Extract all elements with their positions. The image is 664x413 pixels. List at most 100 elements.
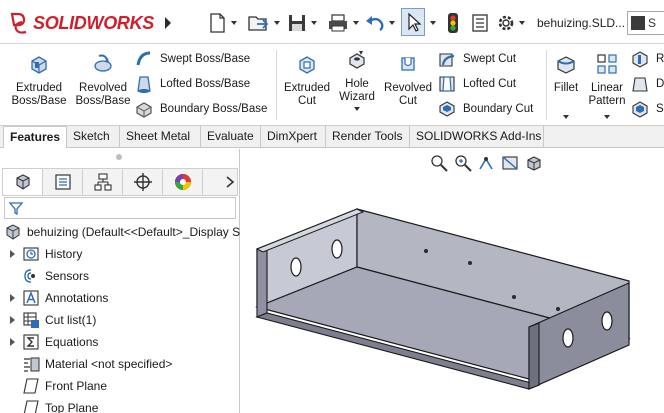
tree-item-label: Top Plane	[45, 401, 99, 413]
linear-pattern-button[interactable]: Linear Pattern	[586, 52, 628, 119]
display-manager-tab[interactable]	[163, 169, 203, 195]
extruded-boss-button[interactable]: Extruded Boss/Base	[8, 52, 70, 108]
tab-sketch[interactable]: Sketch	[67, 126, 120, 148]
expand-arrow-icon[interactable]	[6, 336, 18, 348]
tree-item-cut-list[interactable]: Cut list(1)	[6, 309, 96, 331]
revolved-boss-button[interactable]: Revolved Boss/Base	[72, 52, 134, 108]
configuration-manager-tab[interactable]	[83, 169, 123, 195]
print-button[interactable]	[326, 10, 360, 36]
revolved-cut-button[interactable]: Revolved Cut	[382, 52, 434, 108]
title-bar: SOLIDWORKS behuizing.SLD... S	[0, 0, 664, 44]
previous-view-icon[interactable]	[476, 153, 498, 173]
chevron-down-icon[interactable]	[230, 19, 238, 27]
new-document-icon	[210, 13, 225, 33]
tree-filter-input[interactable]	[4, 197, 236, 219]
sensors-icon	[24, 269, 35, 283]
undo-button[interactable]	[364, 10, 396, 36]
file-properties-button[interactable]	[470, 10, 490, 36]
document-title: behuizing.SLD...	[537, 16, 626, 30]
zoom-to-area-icon[interactable]	[452, 153, 474, 173]
expand-arrow-icon[interactable]	[6, 292, 18, 304]
feature-manager-tab[interactable]	[3, 169, 43, 195]
undo-icon	[366, 16, 384, 31]
tree-item-equations[interactable]: Equations	[6, 331, 98, 353]
right-wall-hole	[562, 328, 574, 348]
tree-item-label: Annotations	[45, 291, 109, 305]
revolved-boss-icon	[94, 54, 112, 72]
tab-solidworks-add-ins[interactable]: SOLIDWORKS Add-Ins	[410, 126, 544, 148]
zoom-to-fit-icon[interactable]	[428, 153, 450, 173]
tree-item-annotations[interactable]: Annotations	[6, 287, 108, 309]
rib-label: R	[656, 53, 664, 65]
property-manager-tab[interactable]	[43, 169, 83, 195]
save-button[interactable]	[286, 10, 318, 36]
chevron-down-icon[interactable]	[352, 19, 360, 27]
lofted-cut-button[interactable]: Lofted Cut	[437, 73, 516, 95]
tree-root-part[interactable]: behuizing (Default<<Default>_Display S	[4, 221, 240, 243]
lofted-boss-label: Lofted Boss/Base	[160, 78, 251, 90]
material-icon	[24, 357, 40, 372]
file-properties-icon	[472, 14, 488, 32]
tree-item-label: History	[45, 247, 83, 261]
chevron-down-icon[interactable]	[562, 114, 570, 120]
filter-icon	[8, 202, 24, 216]
revolved-boss-label: Revolved Boss/Base	[75, 82, 131, 107]
lofted-boss-button[interactable]: Lofted Boss/Base	[134, 73, 250, 95]
rebuild-icon	[448, 13, 458, 33]
tab-sheet-metal[interactable]: Sheet Metal	[120, 126, 201, 148]
tab-render-tools[interactable]: Render Tools	[326, 126, 410, 148]
boundary-cut-button[interactable]: Boundary Cut	[437, 98, 533, 120]
chevron-down-icon[interactable]	[388, 19, 396, 27]
select-dropdown[interactable]	[427, 10, 437, 36]
chevron-down-icon[interactable]	[518, 19, 526, 27]
swept-boss-button[interactable]: Swept Boss/Base	[134, 48, 250, 70]
expand-arrow-icon[interactable]	[6, 314, 18, 326]
draft-icon	[632, 77, 648, 92]
tab-evaluate[interactable]: Evaluate	[201, 126, 261, 148]
tree-item-history[interactable]: History	[6, 243, 82, 265]
hole-wizard-label: Hole Wizard	[339, 78, 375, 103]
rib-button[interactable]: R	[630, 48, 664, 70]
dimxpert-manager-tab[interactable]	[123, 169, 163, 195]
tree-item-sensors[interactable]: Sensors	[6, 265, 89, 287]
tree-item-material[interactable]: Material <not specified>	[6, 353, 172, 375]
options-button[interactable]	[496, 10, 526, 36]
tree-item-front-plane[interactable]: Front Plane	[6, 375, 107, 397]
fillet-icon	[557, 56, 575, 74]
chevron-down-icon[interactable]	[603, 114, 611, 120]
tree-item-label: Front Plane	[45, 379, 108, 393]
extruded-boss-icon	[31, 56, 47, 74]
tree-item-label: Material <not specified>	[45, 357, 173, 371]
back-wall-hole	[556, 307, 560, 311]
chevron-right-icon[interactable]	[223, 173, 237, 191]
tree-item-label: Cut list(1)	[45, 313, 97, 327]
extruded-cut-label: Extruded Cut	[283, 82, 331, 107]
menu-expand-icon[interactable]	[160, 14, 176, 32]
shell-button[interactable]: S	[630, 98, 664, 120]
extruded-cut-button[interactable]: Extruded Cut	[280, 52, 334, 108]
hole-wizard-button[interactable]: Hole Wizard	[334, 48, 380, 111]
tree-item-top-plane[interactable]: Top Plane	[6, 397, 98, 413]
draft-button[interactable]: D	[630, 73, 664, 95]
open-button[interactable]	[247, 10, 281, 36]
boundary-boss-button[interactable]: Boundary Boss/Base	[134, 98, 267, 120]
chevron-down-icon[interactable]	[353, 106, 361, 112]
tab-features[interactable]: Features	[3, 126, 67, 148]
command-search-input[interactable]: S	[627, 11, 664, 35]
sheet-metal-enclosure-model[interactable]	[241, 149, 664, 413]
expand-arrow-icon[interactable]	[6, 248, 18, 260]
section-view-icon[interactable]	[500, 153, 522, 173]
shell-icon	[632, 101, 648, 118]
swept-cut-button[interactable]: Swept Cut	[437, 48, 516, 70]
chevron-down-icon[interactable]	[273, 19, 281, 27]
panel-grip[interactable]	[116, 154, 122, 160]
solidworks-logo[interactable]: SOLIDWORKS	[8, 6, 154, 40]
fillet-button[interactable]: Fillet	[548, 52, 584, 119]
select-button[interactable]	[401, 8, 425, 36]
rebuild-button[interactable]	[444, 10, 462, 36]
chevron-down-icon[interactable]	[310, 19, 318, 27]
tab-dimxpert[interactable]: DimXpert	[261, 126, 326, 148]
new-document-button[interactable]	[206, 10, 238, 36]
graphics-area[interactable]	[241, 149, 664, 413]
view-orientation-icon[interactable]	[524, 153, 546, 173]
